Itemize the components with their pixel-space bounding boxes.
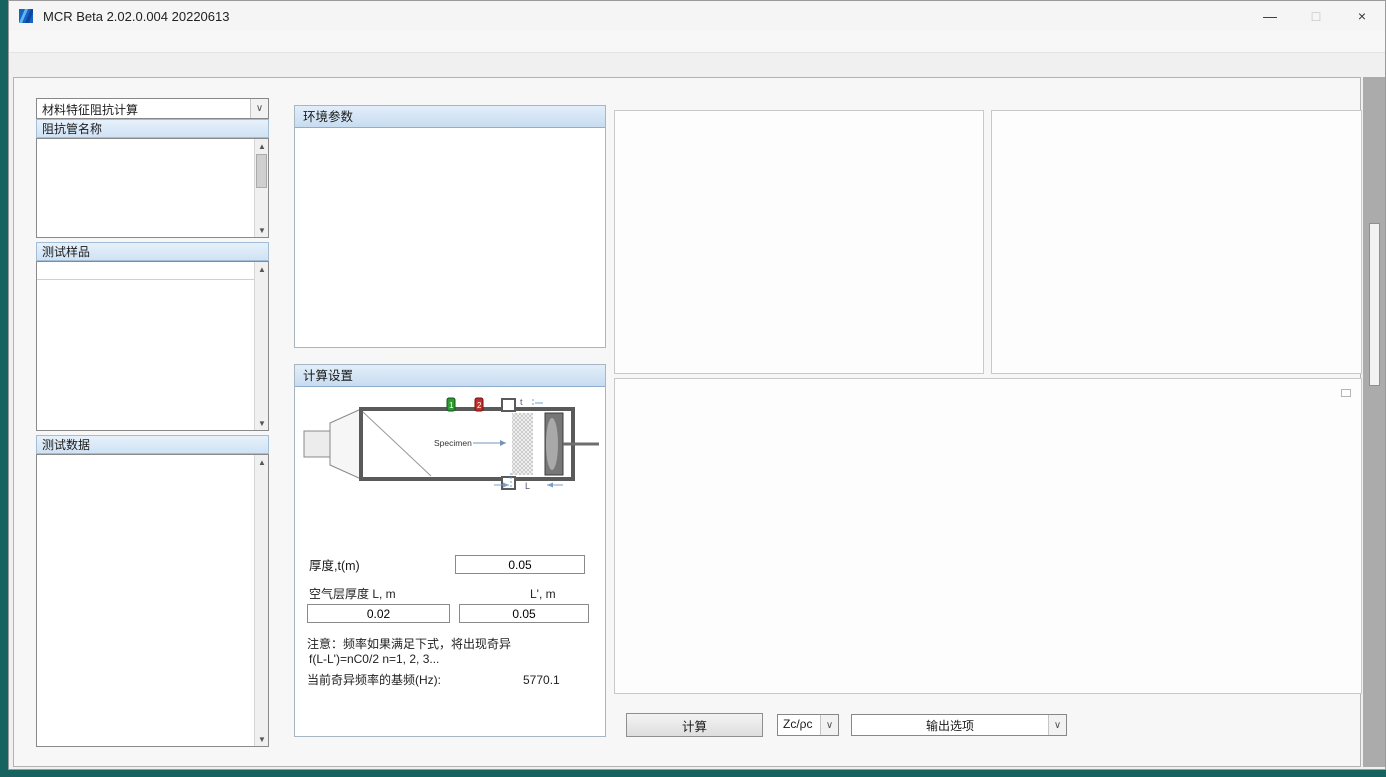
scroll-down-icon[interactable]: ▼ [255,223,269,237]
scroll-up-icon[interactable]: ▲ [255,262,269,276]
microphone-2-icon: 2 [475,398,483,411]
maximize-button[interactable]: □ [1293,1,1339,31]
tube-list: ▲ ▼ [36,138,269,238]
calculation-mode-value: 材料特征阻抗计算 [37,99,250,118]
dim-L-label: L [525,481,530,491]
data-list: ▲ ▼ [36,454,269,747]
base-frequency-value: 5770.1 [523,673,560,688]
unit-dropdown-value: Zc/ρc [778,715,820,735]
window-title: MCR Beta 2.02.0.004 20220613 [43,9,229,24]
scroll-down-icon[interactable]: ▼ [255,416,269,430]
air-layer-L-input[interactable] [307,604,450,623]
data-section-header: 测试数据 [36,435,269,454]
singularity-note-line1: 注意：频率如果满足下式，将出现奇异 [307,637,511,652]
tab-bar [9,53,1385,75]
microphone-1-icon: 1 [447,398,455,411]
air-layer-Lp-input[interactable] [459,604,589,623]
calculate-button[interactable]: 计算 [626,713,763,737]
data-list-scrollbar[interactable]: ▲ ▼ [254,455,268,746]
minimize-button[interactable]: — [1247,1,1293,31]
calc-settings-panel: 计算设置 t [294,364,606,737]
svg-text:1: 1 [449,401,454,410]
chevron-down-icon[interactable]: ∨ [1048,715,1066,735]
output-options-dropdown[interactable]: 输出选项 ∨ [851,714,1067,736]
scroll-up-icon[interactable]: ▲ [255,455,269,469]
air-layer-L-label: 空气层厚度 L, m [309,587,396,602]
sample-table: ▲ ▼ [36,261,269,431]
desktop-background: MCR Beta 2.02.0.004 20220613 — □ × 材料特征阻… [0,0,1386,777]
chart-zs-re [614,110,984,374]
calculation-mode-dropdown[interactable]: 材料特征阻抗计算 ∨ [36,98,269,119]
menu-bar [9,31,1385,53]
thickness-label: 厚度,t(m) [309,555,360,574]
main-panel: 材料特征阻抗计算 ∨ 阻抗管名称 ▲ ▼ 测试样品 ▲ [13,77,1361,767]
chevron-down-icon[interactable]: ∨ [250,99,268,118]
environment-panel: 环境参数 [294,105,606,348]
scroll-down-icon[interactable]: ▼ [255,732,269,746]
air-layer-Lp-label: L', m [530,587,556,602]
app-window: MCR Beta 2.02.0.004 20220613 — □ × 材料特征阻… [8,0,1386,770]
chart-zc-rhoc [614,378,1362,694]
page-scrollbar-thumb[interactable] [1369,223,1380,386]
sample-section-header: 测试样品 [36,242,269,261]
environment-panel-header: 环境参数 [295,106,605,128]
output-options-value: 输出选项 [852,715,1048,735]
page-scrollbar[interactable] [1363,77,1385,767]
chart-zs-im [991,110,1362,374]
sample-table-header [37,262,254,280]
dim-t-label: t [520,397,523,407]
thickness-input[interactable] [455,555,585,574]
specimen-label: Specimen [434,438,472,448]
title-bar: MCR Beta 2.02.0.004 20220613 — □ × [9,1,1385,31]
app-logo-icon [19,8,35,24]
tube-list-scrollbar[interactable]: ▲ ▼ [254,139,268,237]
singularity-note-line2: f(L-L')=nC0/2 n=1, 2, 3... [309,652,439,667]
chevron-down-icon[interactable]: ∨ [820,715,838,735]
calc-settings-header: 计算设置 [295,365,605,387]
svg-text:2: 2 [477,401,482,410]
tube-diagram: t 1 2 [301,395,601,491]
close-button[interactable]: × [1339,1,1385,31]
scroll-up-icon[interactable]: ▲ [255,139,269,153]
unit-dropdown[interactable]: Zc/ρc ∨ [777,714,839,736]
base-frequency-label: 当前奇异频率的基频(Hz): [307,673,441,688]
chart-legend [1341,389,1351,397]
sample-table-scrollbar[interactable]: ▲ ▼ [254,262,268,430]
scrollbar-thumb[interactable] [256,154,267,188]
tube-section-header: 阻抗管名称 [36,119,269,138]
